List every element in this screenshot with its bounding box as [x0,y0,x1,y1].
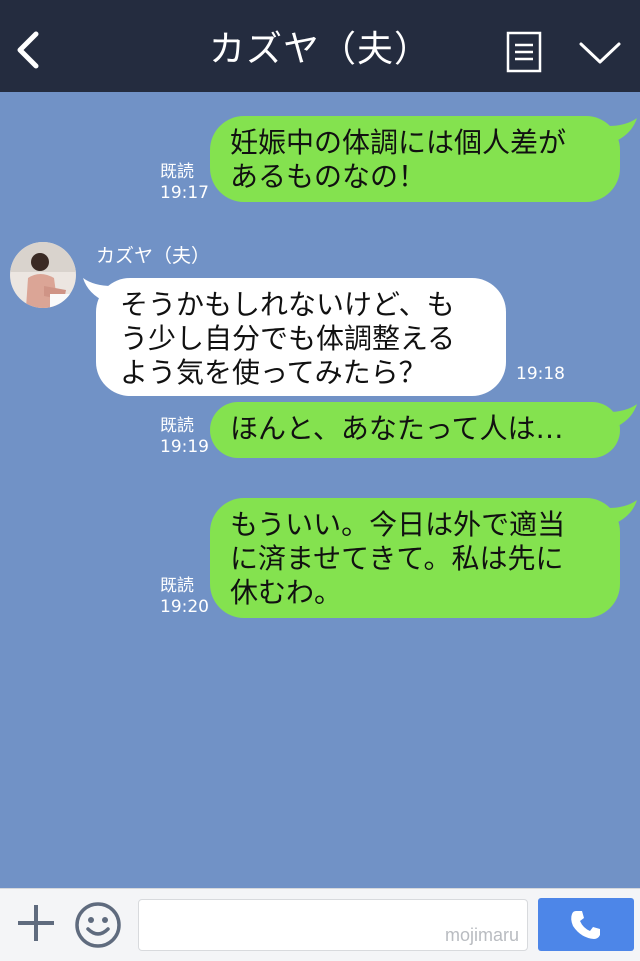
message-bubble-outgoing[interactable]: ほんと、あなたって人は… [210,402,620,458]
watermark: mojimaru [444,925,519,945]
read-receipt: 既読 [160,416,194,436]
message-bubble-outgoing[interactable]: もういい。今日は外で適当 に済ませてきて。私は先に 休むわ。 [210,498,620,618]
sender-name: カズヤ（夫） [96,245,211,267]
bubble-tail [608,404,637,428]
message-bubble-outgoing[interactable]: 妊娠中の体調には個人差が あるものなの！ [210,116,620,202]
plus-icon[interactable] [14,901,58,945]
chat-header: カズヤ（夫） [0,0,640,92]
message-input[interactable]: mojimaru [138,899,528,951]
phone-icon [571,911,600,939]
call-button[interactable] [538,898,634,951]
chevron-down-icon[interactable] [578,40,622,66]
smiley-icon[interactable] [74,901,122,949]
input-bar: mojimaru [0,888,640,961]
chat-title: カズヤ（夫） [208,29,431,70]
read-receipt: 既読 [160,576,194,596]
message-time: 19:19 [160,437,209,457]
read-receipt: 既読 [160,162,194,182]
avatar[interactable] [10,242,76,308]
bubble-tail [608,118,637,142]
note-list-icon[interactable] [506,31,542,73]
message-bubble-incoming[interactable]: そうかもしれないけど、も う少し自分でも体調整える よう気を使ってみたら？ [96,278,506,396]
message-list[interactable]: 既読 19:17 妊娠中の体調には個人差が あるものなの！ カズヤ（夫） そうか… [0,92,640,888]
message-meta: 既読 19:20 [160,576,209,618]
message-meta: 既読 19:17 [160,162,209,204]
bubble-tail [608,500,637,524]
message-time: 19:20 [160,597,209,617]
message-time: 19:18 [516,364,565,384]
message-time: 19:17 [160,183,209,203]
message-meta: 既読 19:19 [160,416,209,458]
